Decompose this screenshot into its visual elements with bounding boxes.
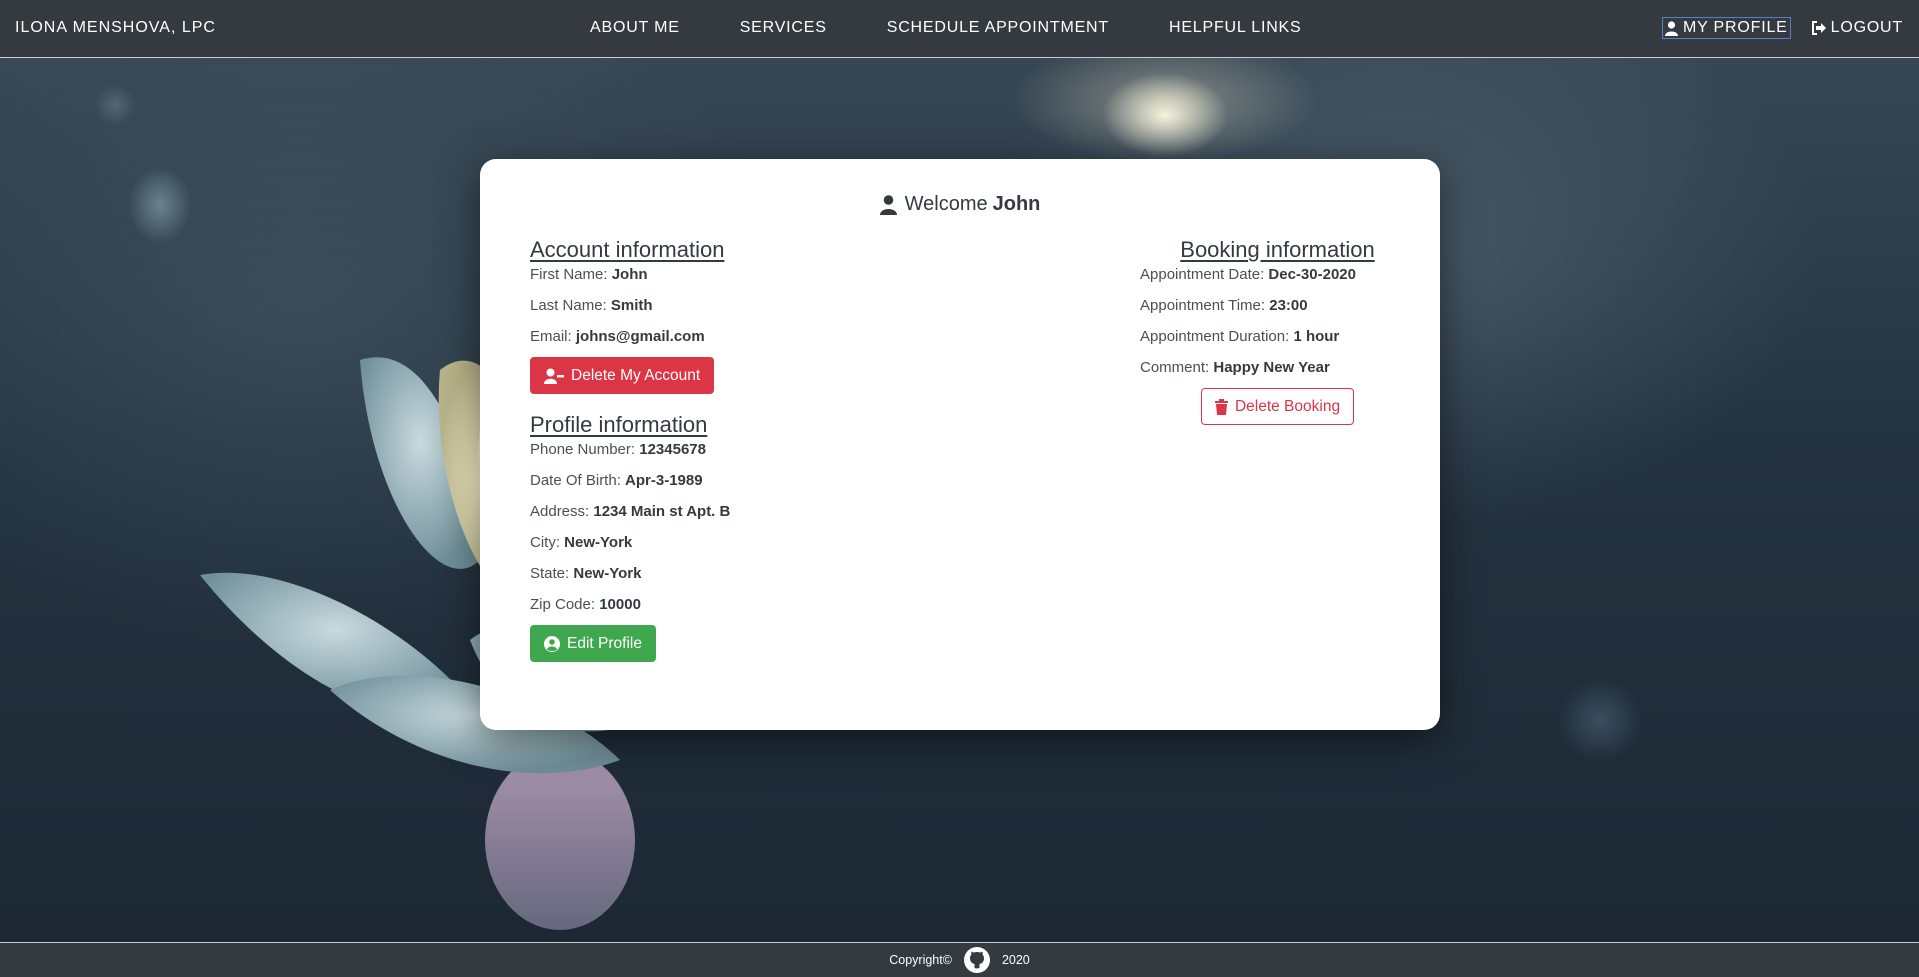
profile-info-title: Profile information bbox=[530, 412, 708, 437]
nav-helpful-links[interactable]: HELPFUL LINKS bbox=[1169, 19, 1302, 37]
nav-schedule-appointment[interactable]: SCHEDULE APPOINTMENT bbox=[887, 19, 1109, 37]
appointment-time-value: 23:00 bbox=[1269, 297, 1308, 314]
city-field: City: New-York bbox=[530, 534, 633, 551]
welcome-name: John bbox=[992, 193, 1041, 215]
booking-info-title: Booking information bbox=[1180, 237, 1375, 262]
copyright-text: Copyright© bbox=[889, 953, 952, 967]
nav-my-profile[interactable]: MY PROFILE bbox=[1662, 17, 1791, 39]
nav-links: ABOUT ME SERVICES SCHEDULE APPOINTMENT H… bbox=[590, 19, 1362, 37]
state-value: New-York bbox=[573, 565, 642, 582]
dob-field: Date Of Birth: Apr-3-1989 bbox=[530, 472, 703, 489]
edit-profile-label: Edit Profile bbox=[567, 634, 642, 652]
comment-value: Happy New Year bbox=[1213, 359, 1330, 376]
zip-field: Zip Code: 10000 bbox=[530, 596, 641, 613]
footer: Copyright© 2020 bbox=[0, 942, 1919, 977]
first-name-value: John bbox=[611, 266, 648, 283]
dob-value: Apr-3-1989 bbox=[625, 472, 703, 489]
delete-booking-button[interactable]: Delete Booking bbox=[1200, 388, 1355, 425]
appointment-duration-field: Appointment Duration: 1 hour bbox=[1140, 328, 1340, 345]
last-name-value: Smith bbox=[610, 297, 653, 314]
state-field: State: New-York bbox=[530, 565, 642, 582]
user-icon bbox=[1665, 20, 1678, 36]
delete-account-label: Delete My Account bbox=[571, 366, 701, 384]
comment-field: Comment: Happy New Year bbox=[1140, 359, 1330, 376]
github-icon[interactable] bbox=[963, 947, 990, 973]
my-profile-label: MY PROFILE bbox=[1683, 19, 1788, 36]
email-value: johns@gmail.com bbox=[575, 328, 705, 345]
user-icon bbox=[879, 194, 897, 215]
nav-about-me[interactable]: ABOUT ME bbox=[590, 19, 680, 37]
copyright-year: 2020 bbox=[1001, 953, 1030, 967]
zip-value: 10000 bbox=[599, 596, 641, 613]
trash-icon bbox=[1214, 398, 1228, 415]
appointment-date-value: Dec-30-2020 bbox=[1268, 266, 1356, 283]
nav-logout[interactable]: LOGOUT bbox=[1809, 18, 1905, 38]
account-column: Account information First Name: John Las… bbox=[530, 236, 930, 662]
phone-field: Phone Number: 12345678 bbox=[530, 441, 706, 458]
appointment-time-field: Appointment Time: 23:00 bbox=[1140, 297, 1308, 314]
sign-out-icon bbox=[1811, 21, 1826, 35]
profile-card: Welcome John Account information First N… bbox=[480, 159, 1440, 730]
nav-services[interactable]: SERVICES bbox=[740, 19, 827, 37]
account-info-title: Account information bbox=[530, 237, 725, 262]
user-minus-icon bbox=[544, 368, 564, 384]
nav-user-actions: MY PROFILE LOGOUT bbox=[1662, 17, 1905, 39]
address-value: 1234 Main st Apt. B bbox=[593, 503, 731, 520]
appointment-date-field: Appointment Date: Dec-30-2020 bbox=[1140, 266, 1356, 283]
city-value: New-York bbox=[564, 534, 633, 551]
email-field: Email: johns@gmail.com bbox=[530, 328, 705, 345]
appointment-duration-value: 1 hour bbox=[1293, 328, 1340, 345]
phone-value: 12345678 bbox=[639, 441, 706, 458]
delete-booking-label: Delete Booking bbox=[1234, 397, 1341, 415]
first-name-field: First Name: John bbox=[530, 266, 648, 283]
last-name-field: Last Name: Smith bbox=[530, 297, 653, 314]
user-circle-icon bbox=[544, 635, 560, 652]
booking-column: Booking information Appointment Date: De… bbox=[1140, 236, 1400, 425]
welcome-prefix: Welcome bbox=[904, 193, 988, 215]
edit-profile-button[interactable]: Edit Profile bbox=[530, 625, 656, 662]
navbar: ILONA MENSHOVA, LPC ABOUT ME SERVICES SC… bbox=[0, 0, 1919, 58]
brand-logo[interactable]: ILONA MENSHOVA, LPC bbox=[15, 19, 216, 37]
logout-label: LOGOUT bbox=[1830, 19, 1903, 36]
welcome-heading: Welcome John bbox=[480, 193, 1440, 216]
address-field: Address: 1234 Main st Apt. B bbox=[530, 503, 731, 520]
delete-account-button[interactable]: Delete My Account bbox=[530, 357, 715, 394]
